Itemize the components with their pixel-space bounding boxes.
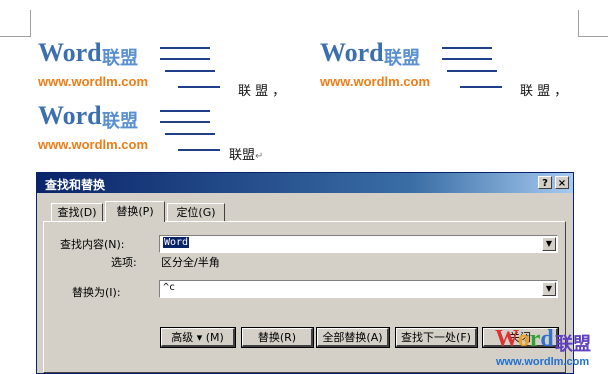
tab-find[interactable]: 查找(D) [51, 203, 103, 221]
logo-line [178, 86, 220, 88]
logo-cn-text: 联盟 [384, 48, 420, 69]
page-corner-mark [578, 10, 579, 37]
logo-line [165, 133, 215, 135]
logo-line [160, 110, 210, 112]
chevron-down-icon[interactable]: ▼ [542, 237, 556, 251]
dialog-title: 查找和替换 [45, 178, 106, 192]
find-input-value: Word [163, 237, 190, 248]
logo-url-text: www.wordlm.com [38, 74, 149, 89]
paragraph-mark-icon: ↵ [255, 151, 264, 162]
logo-url-text: www.wordlm.com [320, 74, 431, 89]
watermark-cn: 联盟 [555, 334, 591, 355]
logo-line [178, 149, 220, 151]
watermark-logo: Word 联盟 www.wordlm.com [495, 326, 591, 368]
logo-line [165, 70, 215, 72]
find-input[interactable]: Word ▼ [159, 235, 558, 253]
page-corner-mark [0, 36, 30, 37]
logo-line [160, 121, 210, 123]
page-corner-mark [30, 10, 31, 37]
options-label: 选项: [111, 256, 137, 269]
page-corner-mark [578, 36, 608, 37]
find-replace-dialog: 查找和替换 ? × 查找(D) 替换(P) 定位(G) 查找内容(N): Wor… [36, 172, 574, 374]
logo-word-text: Word [320, 38, 384, 67]
close-window-button[interactable]: × [555, 176, 569, 189]
replace-input[interactable]: ^c ▼ [159, 280, 558, 298]
logo-line [442, 58, 492, 60]
logo-line [160, 47, 210, 49]
tab-goto[interactable]: 定位(G) [167, 203, 225, 221]
replace-label: 替换为(I): [72, 286, 121, 299]
logo-cn-text: 联盟 [102, 48, 138, 69]
replace-button[interactable]: 替换(R) [241, 327, 314, 348]
dialog-titlebar[interactable]: 查找和替换 ? × [37, 173, 573, 193]
document-text: 联盟↵ [229, 144, 263, 163]
logo-line [442, 47, 492, 49]
find-label: 查找内容(N): [60, 238, 125, 251]
replace-all-button[interactable]: 全部替换(A) [316, 327, 390, 348]
logo-word-text: Word [38, 38, 102, 67]
watermark-url: www.wordlm.com [496, 356, 590, 368]
help-button[interactable]: ? [538, 176, 552, 189]
document-text: 联 盟 ， [520, 84, 568, 99]
logo-line [460, 86, 502, 88]
options-value: 区分全/半角 [161, 256, 220, 269]
chevron-down-icon[interactable]: ▼ [542, 282, 556, 296]
document-text-content: 联盟 [229, 148, 256, 163]
document-text: 联 盟 ， [238, 84, 286, 99]
more-button[interactable]: 高级 ▾ (M) [160, 327, 236, 348]
replace-input-value: ^c [163, 282, 176, 293]
logo-word-text: Word [38, 101, 102, 130]
logo-url-text: www.wordlm.com [38, 137, 149, 152]
find-next-button[interactable]: 查找下一处(F) [395, 327, 478, 348]
tab-replace[interactable]: 替换(P) [105, 201, 165, 222]
logo-line [447, 70, 497, 72]
logo-line [160, 58, 210, 60]
logo-cn-text: 联盟 [102, 111, 138, 132]
